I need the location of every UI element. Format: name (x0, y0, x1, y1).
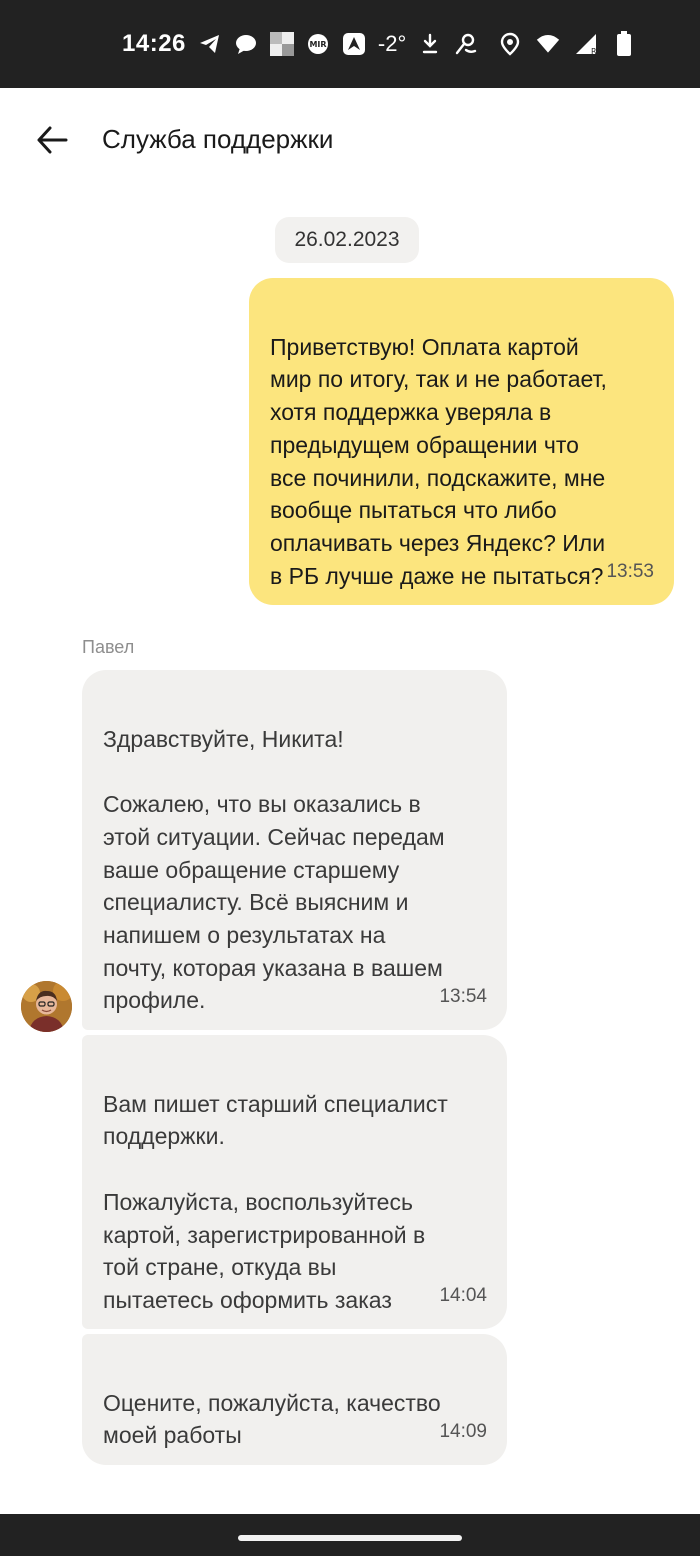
page-title: Служба поддержки (102, 124, 334, 154)
message-time: 13:53 (606, 561, 654, 583)
message-text: Приветствую! Оплата картой мир по итогу,… (270, 333, 607, 589)
search-person-icon (454, 32, 478, 56)
temperature-label: -2° (377, 31, 407, 56)
avatar-photo (21, 981, 72, 1032)
svg-text:MIR: MIR (309, 40, 326, 49)
chat-icon (234, 32, 258, 56)
signal-icon: R (574, 32, 598, 56)
status-time: 14:26 (122, 30, 186, 57)
back-button[interactable] (30, 118, 74, 162)
app-bar: Служба поддержки (0, 88, 700, 192)
incoming-message[interactable]: Вам пишет старший специалист поддержки. … (82, 1035, 507, 1329)
status-left-group: 14:26 MIR -2° (122, 0, 478, 88)
telegram-icon (198, 32, 222, 56)
navigator-icon (342, 32, 366, 56)
home-indicator[interactable] (238, 1535, 462, 1541)
message-time: 14:04 (439, 1285, 487, 1307)
status-right-group: R (498, 0, 636, 88)
sender-name: Павел (82, 637, 135, 657)
mir-pay-icon: MIR (306, 32, 330, 56)
app-tile-icon (269, 32, 294, 56)
battery-icon (612, 31, 636, 56)
svg-text:R: R (591, 47, 597, 56)
download-icon (418, 32, 442, 56)
status-bar: 14:26 MIR -2° R (0, 0, 700, 88)
wifi-icon (536, 32, 560, 56)
message-text: Здравствуйте, Никита! Сожалею, что вы ок… (103, 725, 445, 1014)
location-icon (498, 32, 522, 56)
message-time: 13:54 (439, 986, 487, 1008)
message-text: Вам пишет старший специалист поддержки. … (103, 1090, 448, 1313)
arrow-left-icon (37, 126, 68, 154)
incoming-message[interactable]: Оцените, пожалуйста, качество моей работ… (82, 1334, 507, 1465)
incoming-message[interactable]: Здравствуйте, Никита! Сожалею, что вы ок… (82, 670, 507, 1030)
date-separator: 26.02.2023 (275, 217, 419, 263)
message-text: Оцените, пожалуйста, качество моей работ… (103, 1389, 441, 1449)
message-time: 14:09 (439, 1421, 487, 1443)
outgoing-message[interactable]: Приветствую! Оплата картой мир по итогу,… (249, 278, 674, 605)
avatar[interactable] (21, 981, 72, 1032)
